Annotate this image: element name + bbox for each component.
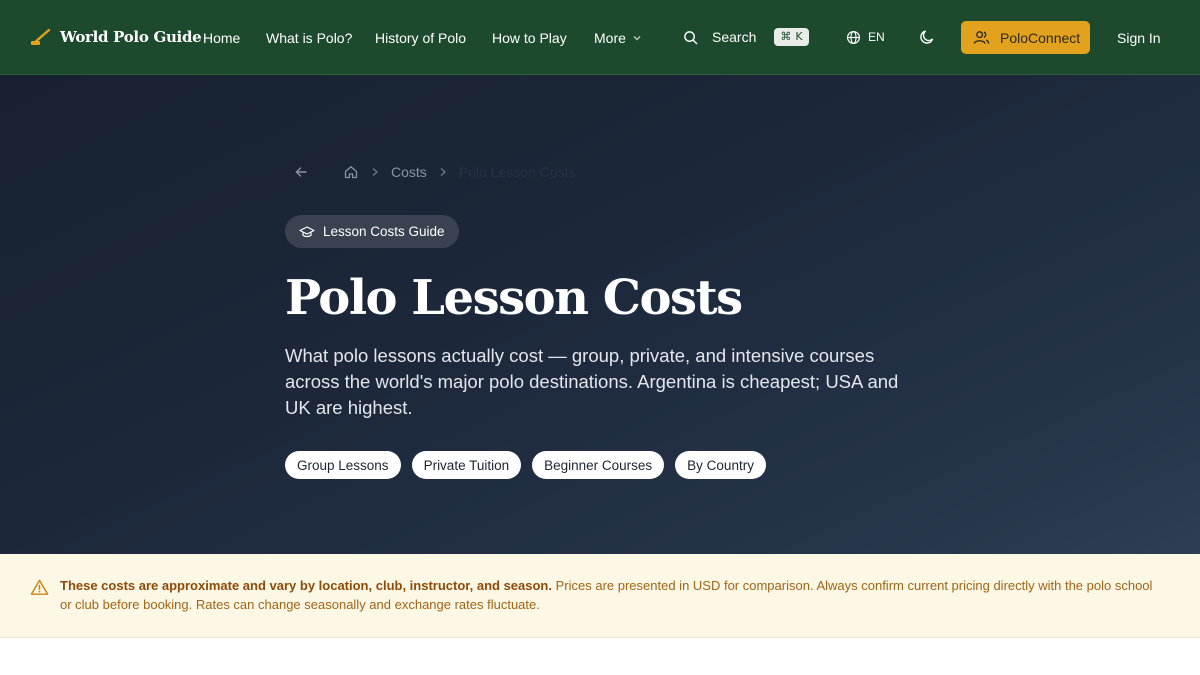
users-icon	[973, 31, 990, 44]
hero-section: Costs Polo Lesson Costs Lesson Costs Gui…	[0, 75, 1200, 554]
section-badge: Lesson Costs Guide	[285, 215, 459, 248]
mallet-icon	[31, 28, 51, 45]
nav-how-to-play[interactable]: How to Play	[492, 28, 567, 48]
badge-label: Lesson Costs Guide	[323, 224, 445, 239]
page-title: Polo Lesson Costs	[285, 270, 743, 326]
breadcrumb-current: Polo Lesson Costs	[458, 164, 576, 180]
search-shortcut-key: K	[795, 30, 803, 43]
poloconnect-label: PoloConnect	[1000, 29, 1081, 46]
topic-chips: Group Lessons Private Tuition Beginner C…	[285, 451, 766, 479]
warning-icon	[30, 579, 49, 595]
page-subtitle: What polo lessons actually cost — group,…	[285, 345, 899, 418]
globe-icon	[846, 30, 861, 44]
site-header: World Polo Guide Home What is Polo? Hist…	[0, 0, 1200, 75]
theme-toggle[interactable]	[918, 28, 936, 46]
poloconnect-button[interactable]: PoloConnect	[961, 21, 1090, 54]
chevron-right-icon	[372, 168, 378, 176]
nav-more-label: More	[594, 30, 626, 46]
nav-home[interactable]: Home	[203, 28, 240, 48]
brand-name: World Polo Guide	[60, 28, 202, 46]
disclaimer-text: These costs are approximate and vary by …	[60, 576, 1165, 614]
chip-private-tuition[interactable]: Private Tuition	[411, 451, 522, 479]
brand-logo[interactable]: World Polo Guide	[30, 22, 202, 52]
graduation-cap-icon	[299, 225, 315, 237]
moon-icon	[920, 30, 934, 44]
price-disclaimer: These costs are approximate and vary by …	[0, 554, 1200, 638]
language-switcher[interactable]: EN	[846, 28, 885, 46]
breadcrumb-costs[interactable]: Costs	[391, 163, 427, 181]
search-icon	[684, 30, 698, 44]
disclaimer-strong: These costs are approximate and vary by …	[60, 578, 552, 593]
search-button[interactable]: Search ⌘ K	[683, 27, 809, 47]
chevron-right-icon	[440, 168, 446, 176]
breadcrumb: Costs Polo Lesson Costs	[293, 163, 576, 181]
chip-by-country[interactable]: By Country	[675, 451, 766, 479]
language-label: EN	[868, 30, 885, 44]
sign-in-link[interactable]: Sign In	[1117, 28, 1161, 48]
home-icon[interactable]	[343, 164, 359, 180]
search-label: Search	[712, 29, 757, 45]
chip-group-lessons[interactable]: Group Lessons	[285, 451, 401, 479]
arrow-left-icon[interactable]	[293, 164, 309, 180]
nav-more-dropdown[interactable]: More	[594, 28, 642, 48]
chevron-down-icon	[633, 36, 641, 41]
nav-what-is-polo[interactable]: What is Polo?	[266, 28, 352, 48]
chip-beginner-courses[interactable]: Beginner Courses	[532, 451, 665, 479]
search-shortcut: ⌘ K	[774, 28, 809, 46]
command-icon: ⌘	[780, 30, 792, 43]
nav-history-of-polo[interactable]: History of Polo	[375, 28, 466, 48]
